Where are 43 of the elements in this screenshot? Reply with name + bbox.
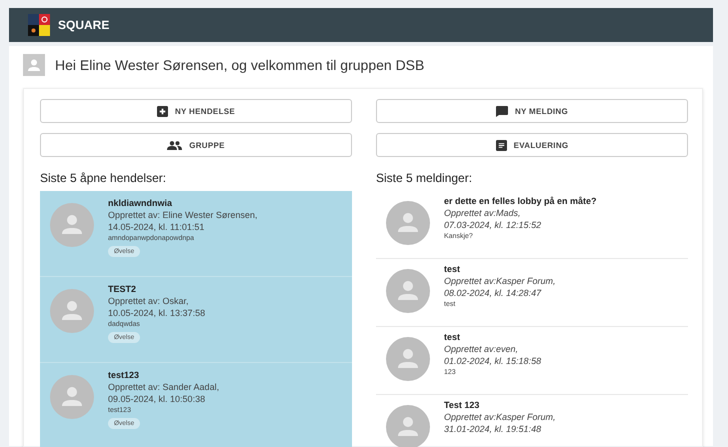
- avatar-icon: [50, 203, 94, 247]
- message-item[interactable]: Test 123 Opprettet av:Kasper Forum, 31.01-2024, kl. 19:51:48: [376, 395, 688, 447]
- avatar-icon: [386, 405, 430, 447]
- avatar-icon: [386, 269, 430, 313]
- action-button[interactable]: EVALUERING: [376, 133, 688, 157]
- event-date: 10.05-2024, kl. 13:37:58: [108, 307, 206, 319]
- logo-icon: [28, 14, 50, 36]
- add-icon: [156, 106, 168, 116]
- message-title: test: [444, 263, 460, 275]
- event-title: nkldiawndnwia: [108, 197, 172, 209]
- event-date: 14.05-2024, kl. 11:01:51: [108, 221, 204, 233]
- message-date: 01.02-2024, kl. 15:18:58: [444, 355, 542, 367]
- app-title: SQUARE: [58, 18, 110, 32]
- action-button[interactable]: GRUPPE: [40, 133, 352, 157]
- event-author: Opprettet av: Oskar,: [108, 295, 189, 307]
- message-date: 07.03-2024, kl. 12:15:52: [444, 219, 542, 231]
- message-author: Opprettet av:Kasper Forum,: [444, 275, 556, 287]
- message-date: 08.02-2024, kl. 14:28:47: [444, 287, 542, 299]
- message-date: 31.01-2024, kl. 19:51:48: [444, 423, 542, 435]
- event-author: Opprettet av: Eline Wester Sørensen,: [108, 209, 258, 221]
- message-author: Opprettet av:even,: [444, 343, 518, 355]
- group-icon: [167, 140, 182, 150]
- event-title: test123: [108, 369, 140, 381]
- event-author: Opprettet av: Sander Aadal,: [108, 381, 220, 393]
- message-author: Opprettet av:Kasper Forum,: [444, 411, 556, 423]
- user-avatar-icon: [23, 54, 45, 76]
- message-title: test: [444, 331, 460, 343]
- avatar-icon: [386, 337, 430, 381]
- section-heading: Siste 5 meldinger:: [376, 171, 474, 185]
- event-date: 09.05-2024, kl. 10:50:38: [108, 393, 206, 405]
- message-title: er dette en felles lobby på en måte?: [444, 195, 597, 207]
- document-icon: [496, 140, 507, 150]
- avatar-icon: [386, 201, 430, 245]
- chat-icon: [496, 106, 508, 116]
- avatar-icon: [50, 289, 94, 333]
- action-button[interactable]: NY MELDING: [376, 99, 688, 123]
- message-title: Test 123: [444, 399, 480, 411]
- avatar-icon: [50, 375, 94, 419]
- action-button[interactable]: NY HENDELSE: [40, 99, 352, 123]
- section-heading: Siste 5 åpne hendelser:: [40, 171, 168, 185]
- event-title: TEST2: [108, 283, 136, 295]
- message-author: Opprettet av:Mads,: [444, 207, 521, 219]
- greeting-text: Hei Eline Wester Sørensen, og velkommen til gruppen DSB: [55, 57, 424, 73]
